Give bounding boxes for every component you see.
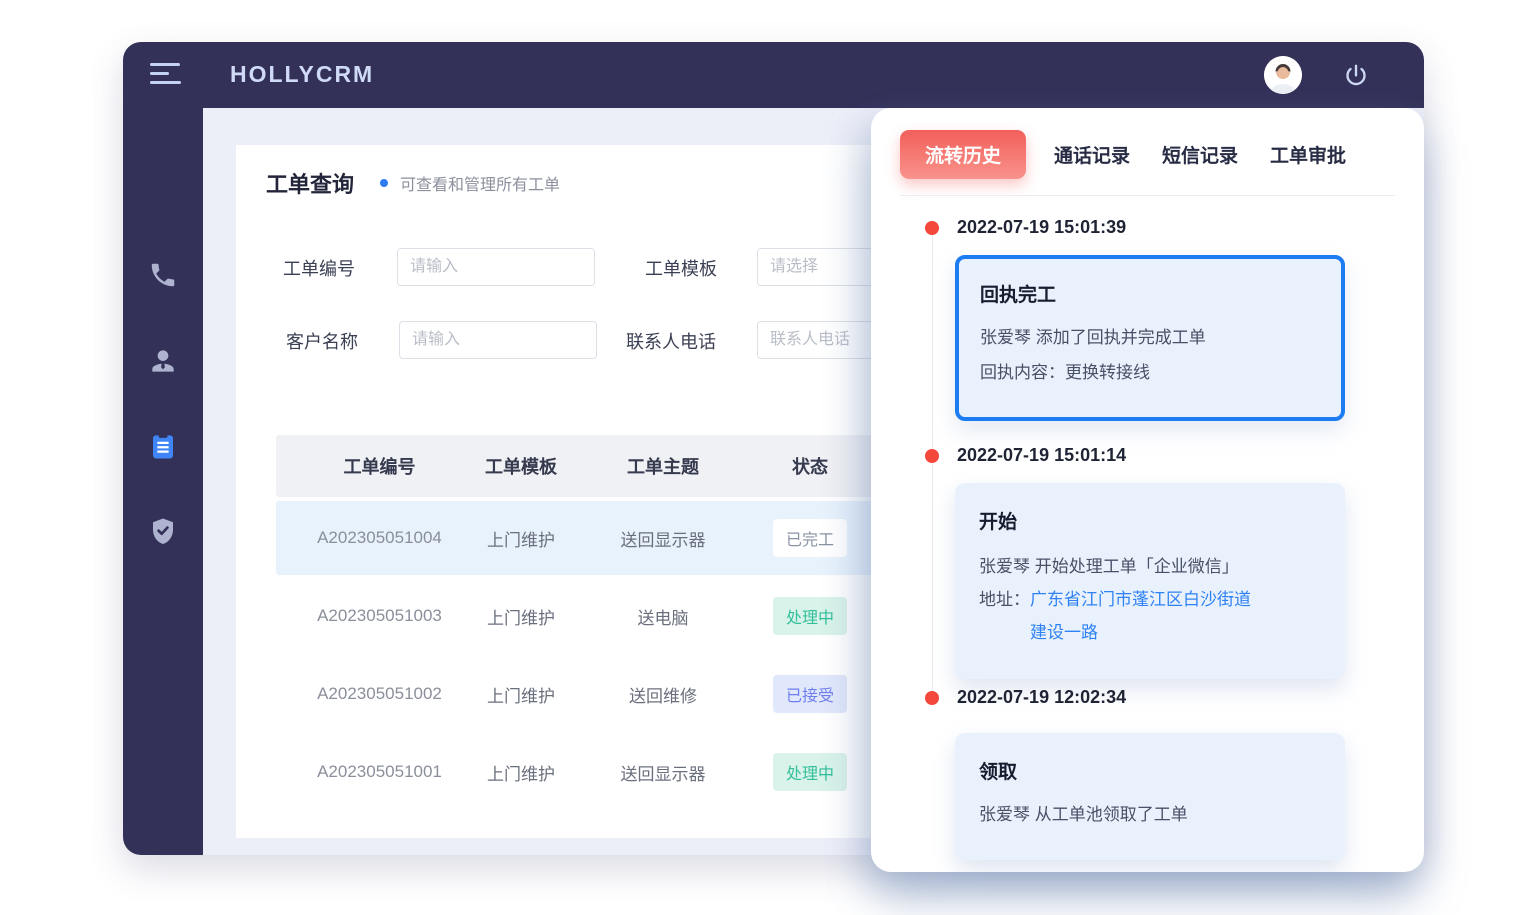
cell-subject: 送回维修 [581,682,745,707]
address-line: 广东省江门市蓬江区白沙街道 [1030,590,1251,609]
filter-label-customer: 客户名称 [286,328,358,354]
timeline-timestamp: 2022-07-19 15:01:14 [957,445,1126,466]
tab-call-records[interactable]: 通话记录 [1050,130,1134,179]
menu-icon[interactable] [150,63,182,87]
timeline-dot-icon [925,221,939,235]
order-no-input[interactable] [397,248,595,286]
address-label: 地址： [979,583,1030,649]
table-row[interactable]: A202305051004 上门维护 送回显示器 已完工 [276,501,898,575]
page-title: 工单查询 [266,167,354,199]
top-navbar: HOLLYCRM [123,42,1424,108]
cell-template: 上门维护 [461,604,581,629]
cell-order-id: A202305051004 [298,528,461,548]
table-row[interactable]: A202305051001 上门维护 送回显示器 处理中 [276,735,898,809]
table-header: 工单编号 工单模板 工单主题 状态 [276,435,898,497]
workorder-icon[interactable] [143,426,183,466]
timeline-card-title: 开始 [979,507,1321,534]
status-badge: 已接受 [773,675,847,713]
timeline-timestamp: 2022-07-19 12:02:34 [957,687,1126,708]
address-link[interactable]: 广东省江门市蓬江区白沙街道 建设一路 [1030,583,1251,649]
tab-flow-history[interactable]: 流转历史 [900,130,1026,179]
timeline-card-title: 回执完工 [980,280,1320,307]
timeline-timestamp: 2022-07-19 15:01:39 [957,217,1126,238]
subtitle-dot-icon [380,179,388,187]
timeline-card-line: 张爱琴 开始处理工单「企业微信」 [979,550,1321,583]
cell-subject: 送回显示器 [581,760,745,785]
col-subject: 工单主题 [581,453,745,479]
cell-subject: 送回显示器 [581,526,745,551]
customer-name-input[interactable] [399,321,597,359]
filter-label-contact-phone: 联系人电话 [626,328,716,354]
table-row[interactable]: A202305051003 上门维护 送电脑 处理中 [276,579,898,653]
timeline-card-title: 领取 [979,757,1321,784]
phone-icon[interactable] [143,255,183,295]
workorder-detail-panel: 流转历史 通话记录 短信记录 工单审批 2022-07-19 15:01:39 … [871,108,1424,872]
timeline-card-line: 回执内容：更换转接线 [980,355,1320,390]
timeline-line [932,228,933,698]
col-template: 工单模板 [461,453,581,479]
page-subtitle: 可查看和管理所有工单 [400,171,560,195]
tab-sms-records[interactable]: 短信记录 [1158,130,1242,179]
security-icon[interactable] [143,511,183,551]
user-avatar[interactable] [1264,56,1302,94]
col-order-no: 工单编号 [298,453,461,479]
col-status: 状态 [745,453,875,479]
timeline-card-receipt-complete[interactable]: 回执完工 张爱琴 添加了回执并完成工单 回执内容：更换转接线 [955,255,1345,421]
left-sidebar [123,108,203,855]
screen: HOLLYCRM [0,0,1517,915]
avatar-photo [1264,56,1302,94]
table-row[interactable]: A202305051002 上门维护 送回维修 已接受 [276,657,898,731]
status-badge: 处理中 [773,597,847,635]
timeline-address: 地址： 广东省江门市蓬江区白沙街道 建设一路 [979,583,1321,649]
brand-logo: HOLLYCRM [230,61,374,88]
timeline-dot-icon [925,449,939,463]
customer-icon[interactable] [143,341,183,381]
cell-template: 上门维护 [461,526,581,551]
cell-order-id: A202305051001 [298,762,461,782]
timeline-card-claim[interactable]: 领取 张爱琴 从工单池领取了工单 [955,733,1345,860]
filter-label-order-no: 工单编号 [283,255,355,281]
timeline-card-line: 张爱琴 添加了回执并完成工单 [980,320,1320,355]
status-badge: 处理中 [773,753,847,791]
timeline-card-line: 张爱琴 从工单池领取了工单 [979,800,1321,830]
workorder-table: 工单编号 工单模板 工单主题 状态 A202305051004 上门维护 送回显… [276,435,898,809]
address-line: 建设一路 [1030,623,1098,642]
cell-order-id: A202305051002 [298,684,461,704]
power-icon[interactable] [1342,62,1370,90]
tab-approval[interactable]: 工单审批 [1266,130,1350,179]
tabs-divider [900,195,1395,196]
cell-template: 上门维护 [461,760,581,785]
page-head: 工单查询 可查看和管理所有工单 [266,167,560,199]
cell-order-id: A202305051003 [298,606,461,626]
timeline-dot-icon [925,691,939,705]
cell-template: 上门维护 [461,682,581,707]
timeline-card-start[interactable]: 开始 张爱琴 开始处理工单「企业微信」 地址： 广东省江门市蓬江区白沙街道 建设… [955,483,1345,679]
detail-tabs: 流转历史 通话记录 短信记录 工单审批 [900,130,1350,179]
cell-subject: 送电脑 [581,604,745,629]
status-badge: 已完工 [773,519,847,557]
filter-label-template: 工单模板 [645,255,717,281]
